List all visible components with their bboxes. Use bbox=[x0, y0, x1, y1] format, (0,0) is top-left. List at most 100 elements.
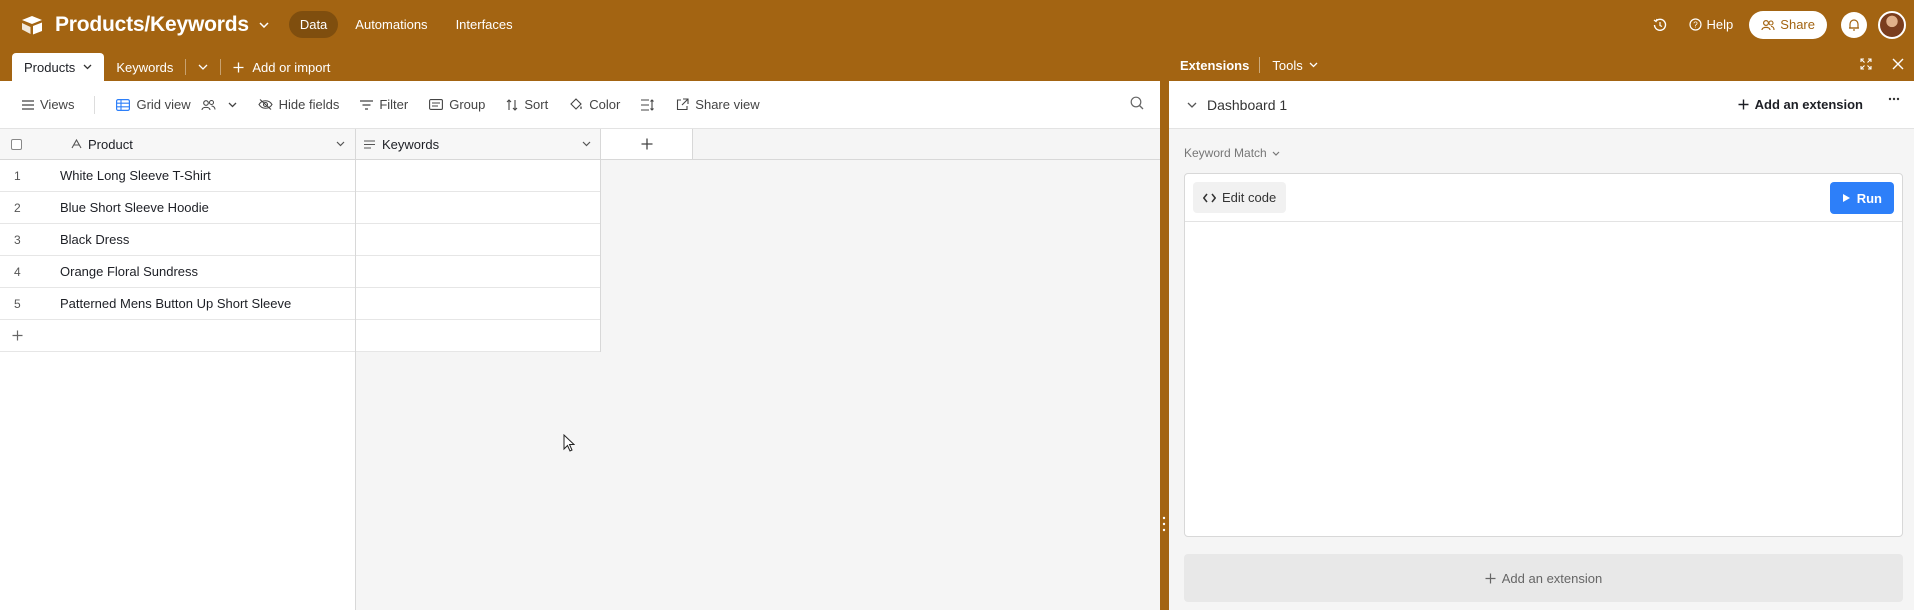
column-header-keywords[interactable]: Keywords bbox=[382, 137, 439, 152]
row-number: 2 bbox=[14, 200, 21, 215]
row-number: 3 bbox=[14, 232, 21, 247]
help-label: Help bbox=[1706, 17, 1734, 32]
group-button[interactable]: Group bbox=[429, 97, 485, 112]
extensions-title[interactable]: Extensions bbox=[1180, 58, 1249, 73]
plus-icon[interactable] bbox=[12, 330, 23, 341]
add-field-button[interactable] bbox=[601, 129, 693, 160]
filter-button[interactable]: Filter bbox=[360, 97, 408, 112]
toolbar-divider bbox=[94, 95, 96, 114]
grid-icon bbox=[116, 98, 131, 111]
filter-label: Filter bbox=[379, 97, 409, 112]
chevron-down-icon bbox=[198, 64, 208, 70]
chevron-down-icon[interactable] bbox=[83, 64, 92, 70]
user-avatar[interactable] bbox=[1878, 10, 1906, 39]
keywords-cell[interactable] bbox=[356, 256, 600, 288]
header-row: Product bbox=[0, 129, 355, 160]
history-icon[interactable] bbox=[1653, 18, 1667, 32]
close-icon[interactable] bbox=[1892, 58, 1904, 70]
table-row[interactable]: 3 Black Dress bbox=[0, 224, 355, 256]
table-row[interactable]: 5 Patterned Mens Button Up Short Sleeve bbox=[0, 288, 355, 320]
play-icon bbox=[1842, 193, 1851, 203]
grid-view-label: Grid view bbox=[136, 97, 191, 112]
drag-handle-icon[interactable] bbox=[1162, 516, 1166, 532]
keywords-column-pane: Keywords bbox=[356, 129, 601, 352]
help-button[interactable]: ? Help bbox=[1688, 17, 1734, 32]
views-label: Views bbox=[40, 97, 75, 112]
dashboard-header: Dashboard 1 Add an extension bbox=[1169, 81, 1914, 129]
table-tab-bar: Products Keywords Add or import bbox=[0, 49, 1160, 81]
filter-icon bbox=[360, 99, 374, 110]
chevron-down-icon[interactable] bbox=[1187, 102, 1197, 108]
collaborators-icon bbox=[201, 99, 216, 111]
extension-card: Edit code Run bbox=[1184, 173, 1903, 537]
table-row[interactable]: 1 White Long Sleeve T-Shirt bbox=[0, 160, 355, 192]
views-button[interactable]: Views bbox=[22, 97, 74, 112]
share-view-button[interactable]: Share view bbox=[676, 97, 760, 112]
chevron-down-icon[interactable] bbox=[336, 141, 345, 147]
share-button[interactable]: Share bbox=[1749, 10, 1827, 39]
sort-button[interactable]: Sort bbox=[506, 97, 548, 112]
color-button[interactable]: Color bbox=[569, 97, 620, 112]
chevron-down-icon[interactable] bbox=[228, 102, 237, 108]
row-height-icon bbox=[641, 98, 655, 111]
hide-fields-button[interactable]: Hide fields bbox=[257, 97, 339, 112]
more-options-icon[interactable] bbox=[1888, 97, 1900, 101]
nav-automations[interactable]: Automations bbox=[344, 11, 438, 38]
add-or-import-button[interactable]: Add or import bbox=[221, 53, 342, 81]
share-external-icon bbox=[676, 98, 689, 111]
add-extension-bottom-button[interactable]: Add an extension bbox=[1184, 554, 1903, 602]
product-cell[interactable]: White Long Sleeve T-Shirt bbox=[60, 168, 211, 183]
extension-name: Keyword Match bbox=[1184, 146, 1267, 160]
view-toolbar: Views Grid view Hide fields Filter Group bbox=[0, 81, 1160, 129]
tab-products[interactable]: Products bbox=[12, 53, 105, 81]
search-icon[interactable] bbox=[1130, 96, 1144, 110]
airtable-logo-icon[interactable] bbox=[19, 12, 45, 38]
keywords-cell[interactable] bbox=[356, 224, 600, 256]
all-tables-menu[interactable] bbox=[186, 53, 220, 81]
base-title[interactable]: Products/Keywords bbox=[55, 13, 249, 37]
add-record-row[interactable] bbox=[0, 320, 355, 352]
tools-label: Tools bbox=[1272, 57, 1303, 73]
extension-name-menu[interactable]: Keyword Match bbox=[1184, 146, 1280, 160]
add-extension-button[interactable]: Add an extension bbox=[1738, 97, 1863, 112]
help-icon: ? bbox=[1688, 18, 1702, 31]
extensions-divider bbox=[1259, 57, 1261, 73]
header-row: Keywords bbox=[356, 129, 600, 160]
product-cell[interactable]: Blue Short Sleeve Hoodie bbox=[60, 200, 209, 215]
grid-view-button[interactable]: Grid view bbox=[116, 97, 237, 112]
keywords-cell[interactable] bbox=[356, 192, 600, 224]
extensions-header: Extensions Tools bbox=[1169, 49, 1914, 81]
select-all-checkbox[interactable] bbox=[11, 138, 22, 150]
nav-data[interactable]: Data bbox=[288, 11, 339, 38]
notifications-button[interactable] bbox=[1841, 11, 1867, 38]
share-people-icon bbox=[1761, 19, 1775, 31]
tools-menu[interactable]: Tools bbox=[1272, 57, 1318, 73]
dashboard-title[interactable]: Dashboard 1 bbox=[1207, 97, 1287, 113]
column-header-product[interactable]: Product bbox=[88, 137, 133, 152]
row-height-button[interactable] bbox=[641, 98, 655, 111]
keywords-cell[interactable] bbox=[356, 160, 600, 192]
product-cell[interactable]: Patterned Mens Button Up Short Sleeve bbox=[60, 296, 291, 311]
group-icon bbox=[429, 99, 444, 110]
header-filler bbox=[693, 129, 1160, 160]
edit-code-button[interactable]: Edit code bbox=[1193, 182, 1287, 213]
chevron-down-icon[interactable] bbox=[259, 21, 269, 28]
table-row[interactable]: 2 Blue Short Sleeve Hoodie bbox=[0, 192, 355, 224]
nav-interfaces[interactable]: Interfaces bbox=[445, 11, 524, 38]
code-icon bbox=[1203, 193, 1216, 203]
add-extension-bottom-label: Add an extension bbox=[1501, 570, 1603, 586]
row-number: 1 bbox=[14, 168, 21, 183]
run-button[interactable]: Run bbox=[1829, 182, 1894, 214]
grid-area: Product 1 White Long Sleeve T-Shirt 2 Bl… bbox=[0, 129, 1160, 610]
product-cell[interactable]: Black Dress bbox=[60, 232, 129, 247]
expand-icon[interactable] bbox=[1860, 58, 1872, 70]
tab-keywords[interactable]: Keywords bbox=[104, 53, 185, 81]
sort-label: Sort bbox=[524, 97, 549, 112]
table-row[interactable]: 4 Orange Floral Sundress bbox=[0, 256, 355, 288]
long-text-field-icon bbox=[364, 139, 375, 149]
add-record-row-cell[interactable] bbox=[356, 320, 600, 352]
plus-icon bbox=[641, 138, 653, 150]
product-cell[interactable]: Orange Floral Sundress bbox=[60, 264, 198, 279]
chevron-down-icon[interactable] bbox=[582, 141, 591, 147]
keywords-cell[interactable] bbox=[356, 288, 600, 320]
